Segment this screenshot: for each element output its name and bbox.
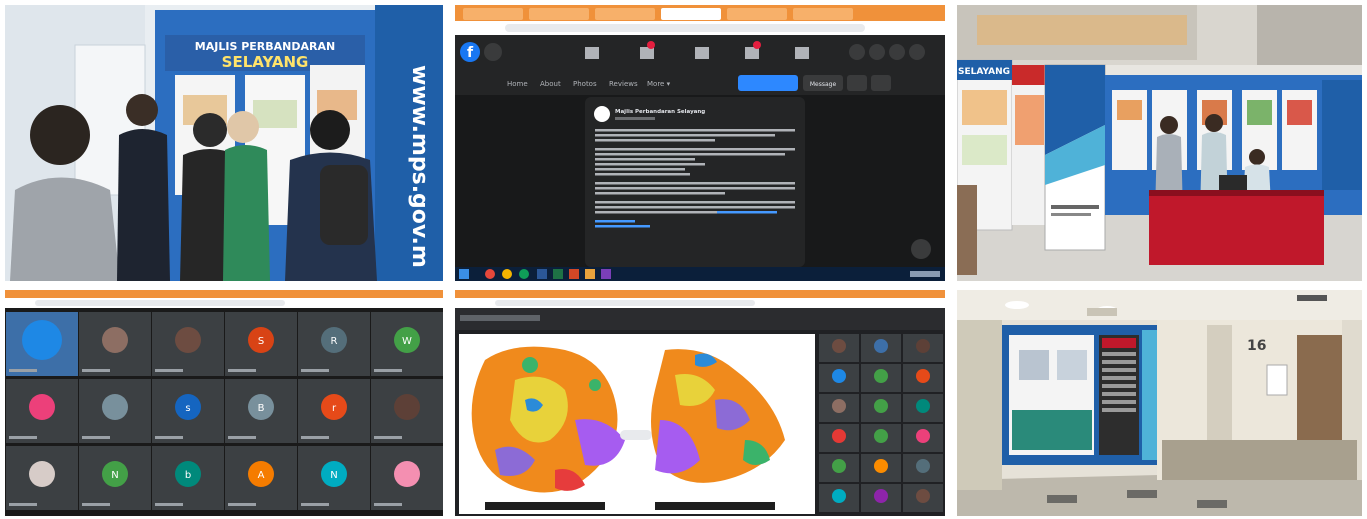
participant-initial: R xyxy=(331,336,338,347)
participant-name-bar xyxy=(9,369,37,372)
side-participant-avatar xyxy=(874,339,888,353)
nav-about: About xyxy=(540,80,561,88)
participant-initial: s xyxy=(185,403,190,414)
participant-initial: N xyxy=(111,470,118,481)
participant-avatar xyxy=(394,461,420,487)
participant-name-bar xyxy=(82,436,110,439)
photo-collage: MAJLIS PERBANDARAN SELAYANG www.mps.gov.… xyxy=(0,0,1367,519)
laptop xyxy=(1219,175,1247,191)
side-participant-avatar xyxy=(832,459,846,473)
participant-avatar xyxy=(29,461,55,487)
participant-name-bar xyxy=(228,503,256,506)
side-participant-avatar xyxy=(874,429,888,443)
participant-initial: W xyxy=(402,336,412,347)
participant-name-bar xyxy=(82,369,110,372)
photo-exhibition-visitors: MAJLIS PERBANDARAN SELAYANG www.mps.gov.… xyxy=(5,5,443,281)
home-icon xyxy=(585,47,599,59)
side-participant-avatar xyxy=(916,399,930,413)
post-author: Majlis Perbandaran Selayang xyxy=(615,109,705,115)
facebook-glyph: f xyxy=(467,45,474,61)
message-button-label: Message xyxy=(810,81,837,88)
side-participant-avatar xyxy=(916,429,930,443)
participant-name-bar xyxy=(374,369,402,372)
panel-title: SELAYANG xyxy=(958,67,1010,77)
photo-maps-video-call xyxy=(455,290,945,516)
participant-initial: B xyxy=(258,403,265,414)
participant-name-bar xyxy=(301,369,329,372)
marketplace-icon xyxy=(695,47,709,59)
participant-initial: S xyxy=(258,336,264,347)
side-participant-avatar xyxy=(832,369,846,383)
nav-home: Home xyxy=(507,80,528,88)
search-icon xyxy=(484,43,502,61)
participant-avatar xyxy=(175,327,201,353)
side-participant-avatar xyxy=(916,489,930,503)
participant-initial: b xyxy=(185,470,191,481)
side-participant-avatar xyxy=(832,489,846,503)
participant-name-bar xyxy=(9,436,37,439)
participant-initial: N xyxy=(330,470,337,481)
participant-name-bar xyxy=(155,369,183,372)
side-participant-avatar xyxy=(916,459,930,473)
side-participant-avatar xyxy=(832,339,846,353)
like-button xyxy=(738,75,798,91)
participant-avatar xyxy=(29,394,55,420)
photo-exhibition-booth: SELAYANG xyxy=(957,5,1362,281)
side-url-text: www.mps.gov.m xyxy=(407,65,432,268)
participant-name-bar xyxy=(301,436,329,439)
photo-video-meeting-grid: SRWsBrNbAN xyxy=(5,290,443,516)
side-participant-avatar xyxy=(874,489,888,503)
participant-avatar xyxy=(102,327,128,353)
participant-name-bar xyxy=(155,436,183,439)
banner-line-2: SELAYANG xyxy=(222,53,309,71)
photo-corridor-exhibition: 16 xyxy=(957,290,1362,516)
registration-table xyxy=(1149,190,1324,265)
wall-number: 16 xyxy=(1247,338,1266,354)
participant-name-bar xyxy=(9,503,37,506)
participant-avatar xyxy=(102,394,128,420)
participant-name-bar xyxy=(82,503,110,506)
participant-name-bar xyxy=(301,503,329,506)
participant-name-bar xyxy=(228,369,256,372)
side-participant-avatar xyxy=(874,459,888,473)
side-participant-avatar xyxy=(832,399,846,413)
nav-more: More ▾ xyxy=(647,80,671,88)
compose-icon xyxy=(911,239,931,259)
side-participant-avatar xyxy=(832,429,846,443)
side-participant-avatar xyxy=(916,339,930,353)
participant-initial: A xyxy=(258,470,265,481)
participant-name-bar xyxy=(228,436,256,439)
participant-name-bar xyxy=(374,503,402,506)
nav-reviews: Reviews xyxy=(609,80,638,88)
banner-line-1: MAJLIS PERBANDARAN xyxy=(195,40,335,53)
side-participant-avatar xyxy=(916,369,930,383)
participant-name-bar xyxy=(374,436,402,439)
side-participant-avatar xyxy=(874,399,888,413)
participant-name-bar xyxy=(155,503,183,506)
photo-facebook-post: f Home About Photos Reviews More ▾ Messa… xyxy=(455,5,945,281)
side-participant-avatar xyxy=(874,369,888,383)
nav-photos: Photos xyxy=(573,80,597,88)
menu-icon xyxy=(795,47,809,59)
participant-avatar xyxy=(394,394,420,420)
participant-avatar xyxy=(22,320,62,360)
page-avatar xyxy=(594,106,610,122)
